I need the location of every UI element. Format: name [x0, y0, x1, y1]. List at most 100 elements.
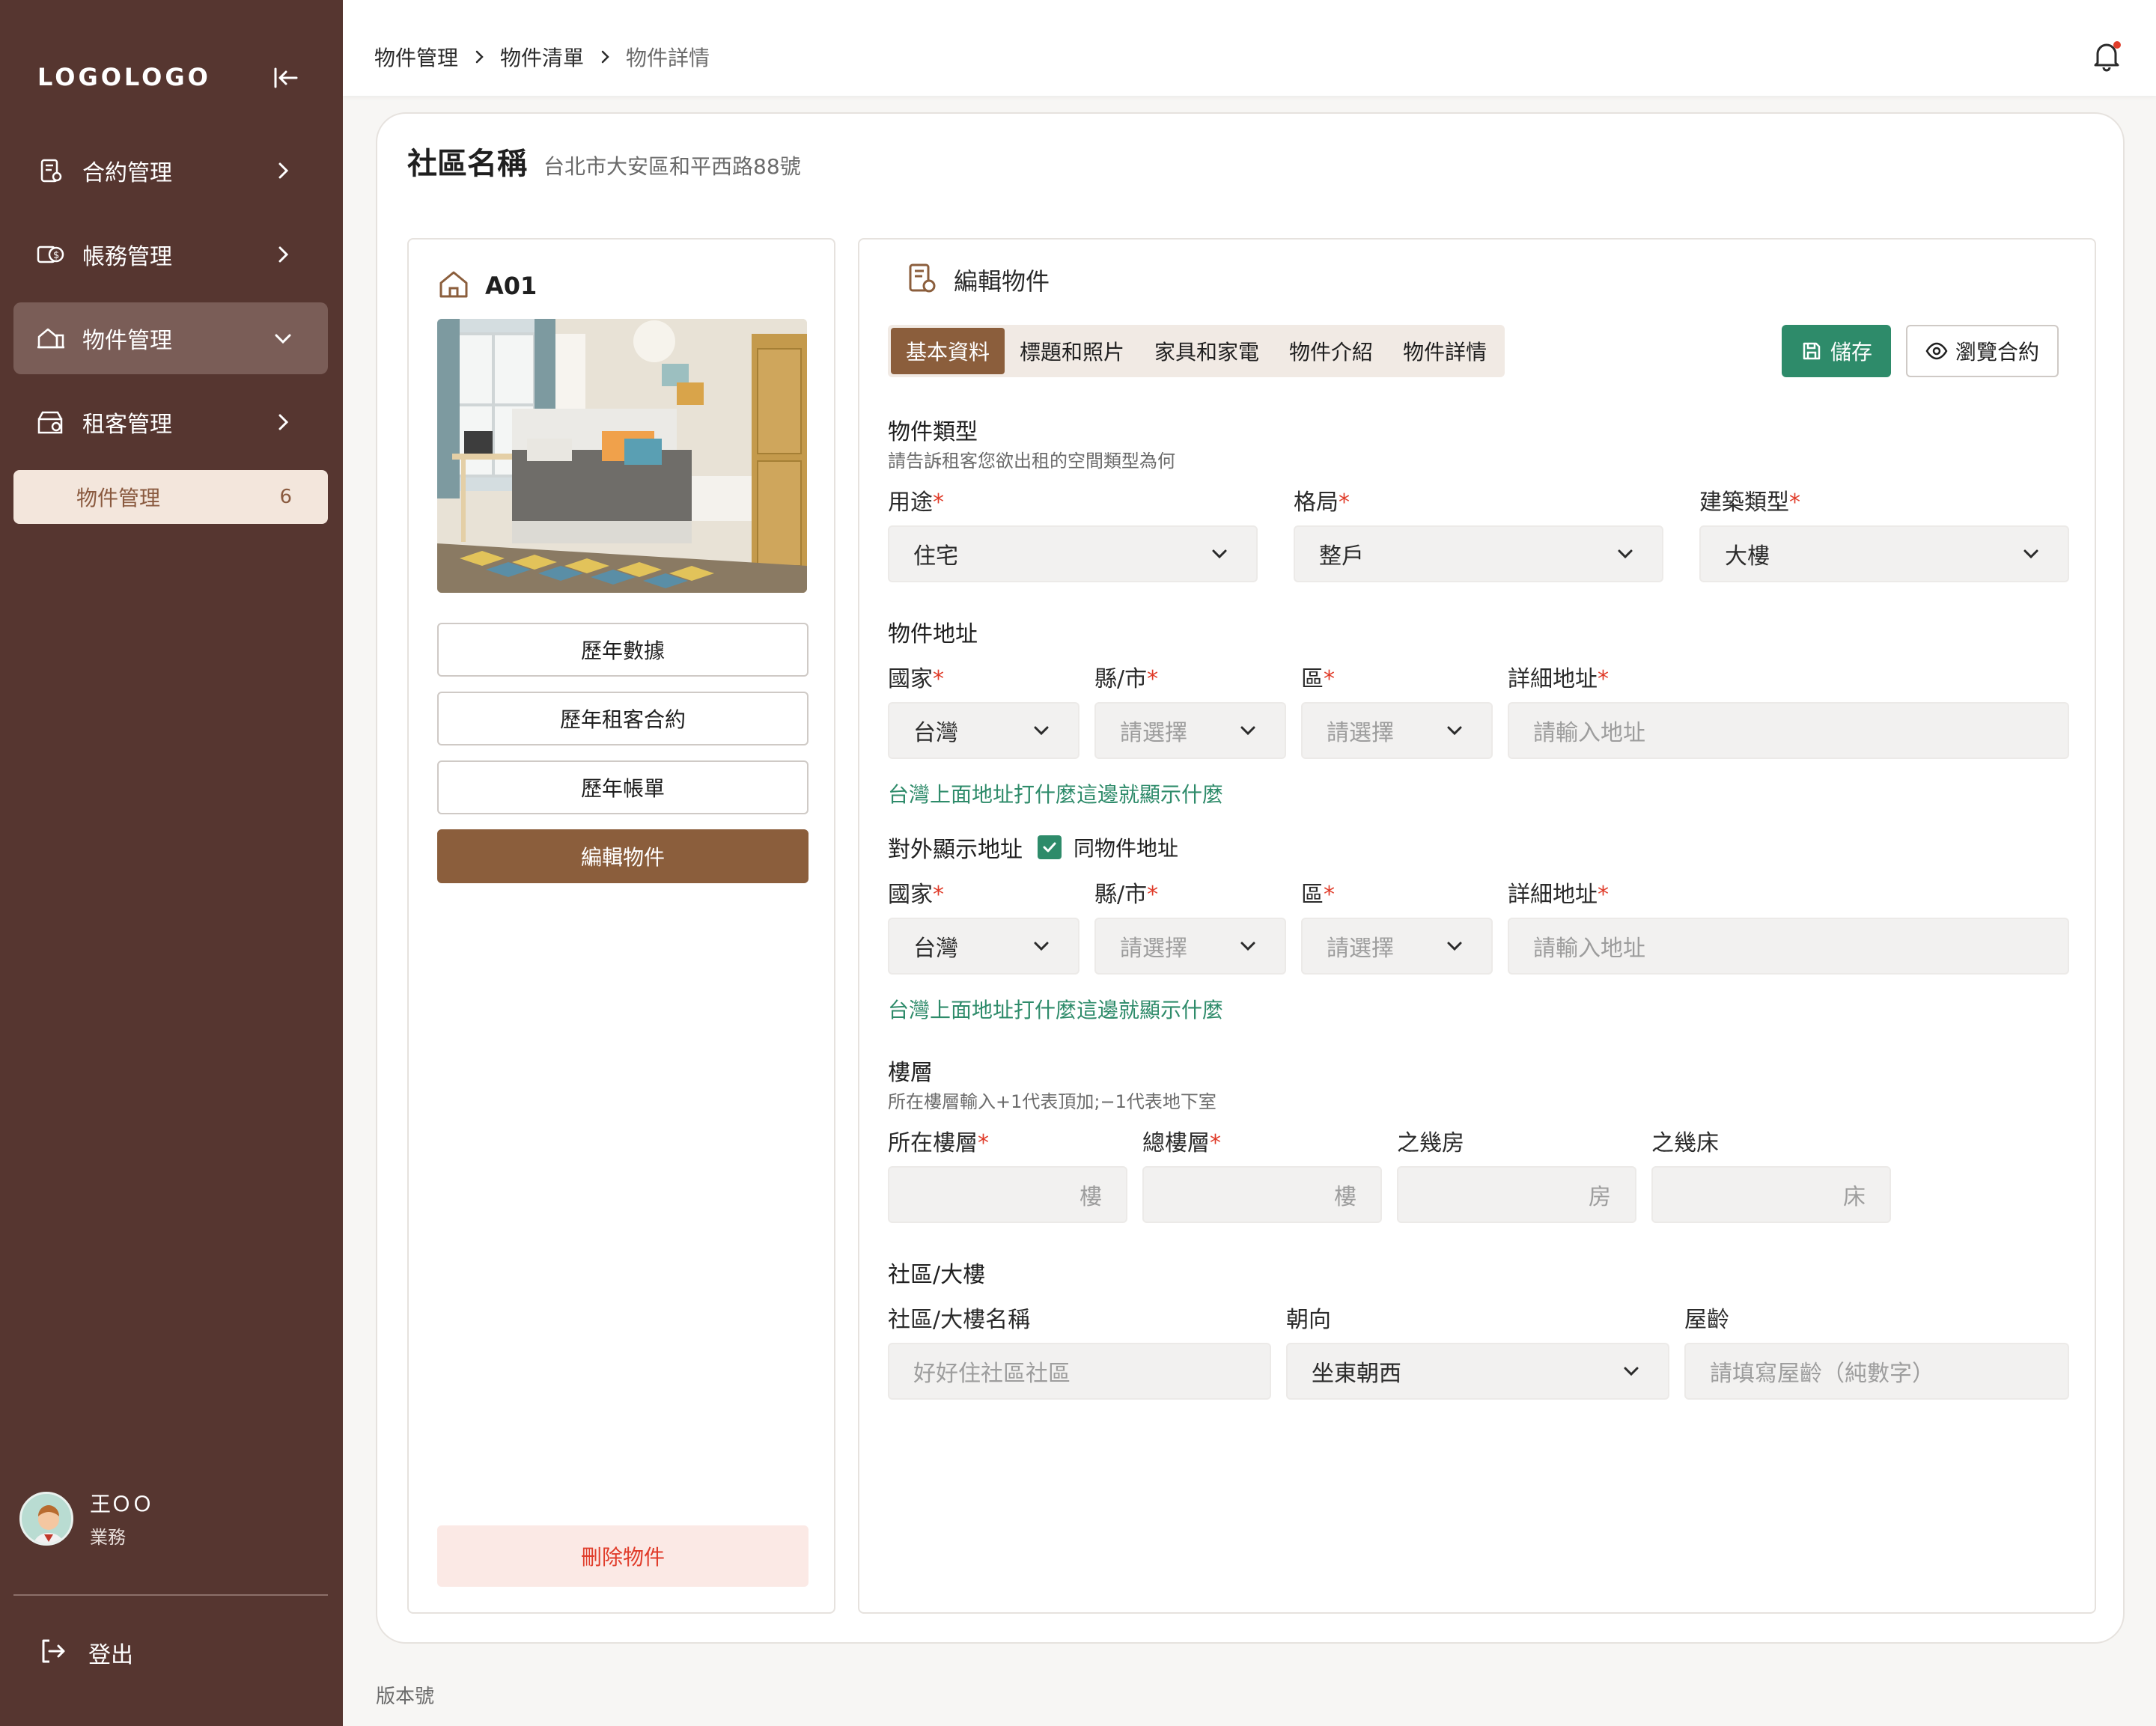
user-name: 王ＯＯ	[90, 1492, 153, 1516]
logo: LOGOLOGO	[37, 63, 211, 91]
sidebar-item-tenants[interactable]: 租客管理	[13, 386, 328, 458]
field-label: 格局*	[1294, 490, 1350, 516]
logout-button[interactable]: 登出	[37, 1636, 133, 1669]
field-label: 詳細地址*	[1508, 882, 1609, 908]
section-title: 對外顯示地址	[888, 837, 1023, 863]
tenant-icon	[36, 407, 66, 437]
tab-furniture[interactable]: 家具和家電	[1139, 328, 1274, 374]
sidebar-subitem-property-management[interactable]: 物件管理 6	[13, 470, 328, 524]
sidebar-item-label: 租客管理	[82, 412, 172, 438]
public-district-select[interactable]: 請選擇	[1301, 918, 1493, 975]
field-label: 國家*	[888, 666, 944, 692]
page-subtitle: 台北市大安區和平西路88號	[543, 154, 801, 179]
public-address-header: 對外顯示地址 同物件地址	[888, 831, 1178, 864]
sidebar-item-accounts[interactable]: $ 帳務管理	[13, 219, 328, 290]
public-address-input[interactable]: 請輸入地址	[1508, 918, 2069, 975]
chevron-right-icon	[467, 45, 491, 69]
address-hint: 台灣上面地址打什麼這邊就顯示什麼	[888, 782, 1224, 807]
orientation-select[interactable]: 坐東朝西	[1286, 1343, 1669, 1400]
sidebar-item-label: 合約管理	[82, 160, 172, 186]
home-icon	[437, 268, 470, 304]
floor-input[interactable]: 樓	[888, 1166, 1127, 1223]
breadcrumb-item[interactable]: 物件清單	[500, 42, 584, 72]
property-summary-panel: A01 歷年數據 歷年租客合約 歷年帳單 編輯物件 刪除物件	[407, 238, 835, 1614]
preview-contract-button[interactable]: 瀏覽合約	[1906, 325, 2059, 377]
chevron-down-icon	[1624, 1367, 1639, 1376]
page-title: 社區名稱	[407, 147, 527, 181]
collapse-sidebar-icon[interactable]	[268, 60, 304, 96]
chevron-down-icon	[1447, 726, 1462, 736]
property-icon	[36, 323, 66, 353]
chevron-down-icon	[1447, 942, 1462, 951]
field-label: 所在樓層*	[888, 1130, 989, 1156]
section-title: 物件類型	[888, 419, 978, 445]
edit-title: 編輯物件	[954, 267, 1050, 296]
field-label: 總樓層*	[1142, 1130, 1221, 1156]
breadcrumb-item[interactable]: 物件管理	[374, 42, 458, 72]
layout-select[interactable]: 整戶	[1294, 525, 1663, 582]
notification-bell-icon[interactable]	[2089, 37, 2125, 73]
tab-introduction[interactable]: 物件介紹	[1274, 328, 1388, 374]
field-label: 屋齡	[1684, 1307, 1729, 1333]
tab-bar: 基本資料 標題和照片 家具和家電 物件介紹 物件詳情	[888, 325, 1505, 377]
field-label: 詳細地址*	[1508, 666, 1609, 692]
tab-basic-info[interactable]: 基本資料	[891, 328, 1005, 374]
field-label: 建築類型*	[1699, 490, 1800, 516]
subitem-count: 6	[279, 486, 292, 508]
address-input[interactable]: 請輸入地址	[1508, 702, 2069, 759]
city-select[interactable]: 請選擇	[1094, 702, 1286, 759]
building-type-select[interactable]: 大樓	[1699, 525, 2069, 582]
section-desc: 所在樓層輸入+1代表頂加;−1代表地下室	[888, 1091, 1216, 1112]
sidebar-item-label: 帳務管理	[82, 244, 172, 270]
building-name-input[interactable]: 好好住社區社區	[888, 1343, 1271, 1400]
public-city-select[interactable]: 請選擇	[1094, 918, 1286, 975]
chevron-down-icon	[1240, 942, 1255, 951]
edit-property-panel: 編輯物件 基本資料 標題和照片 家具和家電 物件介紹 物件詳情 儲存 瀏覽合約 …	[858, 238, 2096, 1614]
district-select[interactable]: 請選擇	[1301, 702, 1493, 759]
version-label: 版本號	[376, 1686, 435, 1708]
country-select[interactable]: 台灣	[888, 702, 1079, 759]
svg-text:$: $	[53, 250, 59, 261]
logout-label: 登出	[88, 1642, 133, 1668]
field-label: 國家*	[888, 882, 944, 908]
section-title: 社區/大樓	[888, 1262, 986, 1288]
edit-property-button[interactable]: 編輯物件	[437, 829, 808, 883]
chevron-right-icon	[268, 407, 298, 437]
total-floors-input[interactable]: 樓	[1142, 1166, 1382, 1223]
history-bills-button[interactable]: 歷年帳單	[437, 760, 808, 814]
field-label: 朝向	[1286, 1307, 1331, 1333]
usage-select[interactable]: 住宅	[888, 525, 1258, 582]
sidebar-item-properties[interactable]: 物件管理	[13, 302, 328, 374]
history-contracts-button[interactable]: 歷年租客合約	[437, 692, 808, 745]
same-address-checkbox[interactable]	[1038, 835, 1062, 859]
save-button[interactable]: 儲存	[1782, 325, 1891, 377]
field-label: 縣/市*	[1094, 882, 1159, 908]
chevron-down-icon	[2023, 549, 2038, 559]
field-label: 縣/市*	[1094, 666, 1159, 692]
tab-title-photos[interactable]: 標題和照片	[1005, 328, 1139, 374]
section-desc: 請告訴租客您欲出租的空間類型為何	[888, 451, 1175, 472]
chevron-down-icon	[1618, 549, 1633, 559]
field-label: 區*	[1301, 882, 1335, 908]
room-number-input[interactable]: 房	[1397, 1166, 1636, 1223]
tab-details[interactable]: 物件詳情	[1388, 328, 1502, 374]
bed-number-input[interactable]: 床	[1651, 1166, 1891, 1223]
chevron-down-icon	[1034, 726, 1049, 736]
field-label: 用途*	[888, 490, 944, 516]
eye-icon	[1925, 340, 1948, 362]
public-country-select[interactable]: 台灣	[888, 918, 1079, 975]
avatar	[19, 1491, 73, 1546]
delete-property-button[interactable]: 刪除物件	[437, 1525, 808, 1587]
public-address-hint: 台灣上面地址打什麼這邊就顯示什麼	[888, 998, 1224, 1022]
chevron-down-icon	[1240, 726, 1255, 736]
sidebar-item-contracts[interactable]: 合約管理	[13, 135, 328, 207]
user-role: 業務	[90, 1527, 126, 1548]
chevron-down-icon	[1034, 942, 1049, 951]
sidebar-divider	[13, 1594, 328, 1596]
chevron-right-icon	[593, 45, 617, 69]
section-title: 樓層	[888, 1060, 933, 1086]
history-data-button[interactable]: 歷年數據	[437, 623, 808, 677]
user-profile[interactable]: 王ＯＯ 業務	[19, 1488, 153, 1549]
building-age-input[interactable]: 請填寫屋齡（純數字）	[1684, 1343, 2069, 1400]
field-label: 之幾床	[1651, 1130, 1719, 1156]
